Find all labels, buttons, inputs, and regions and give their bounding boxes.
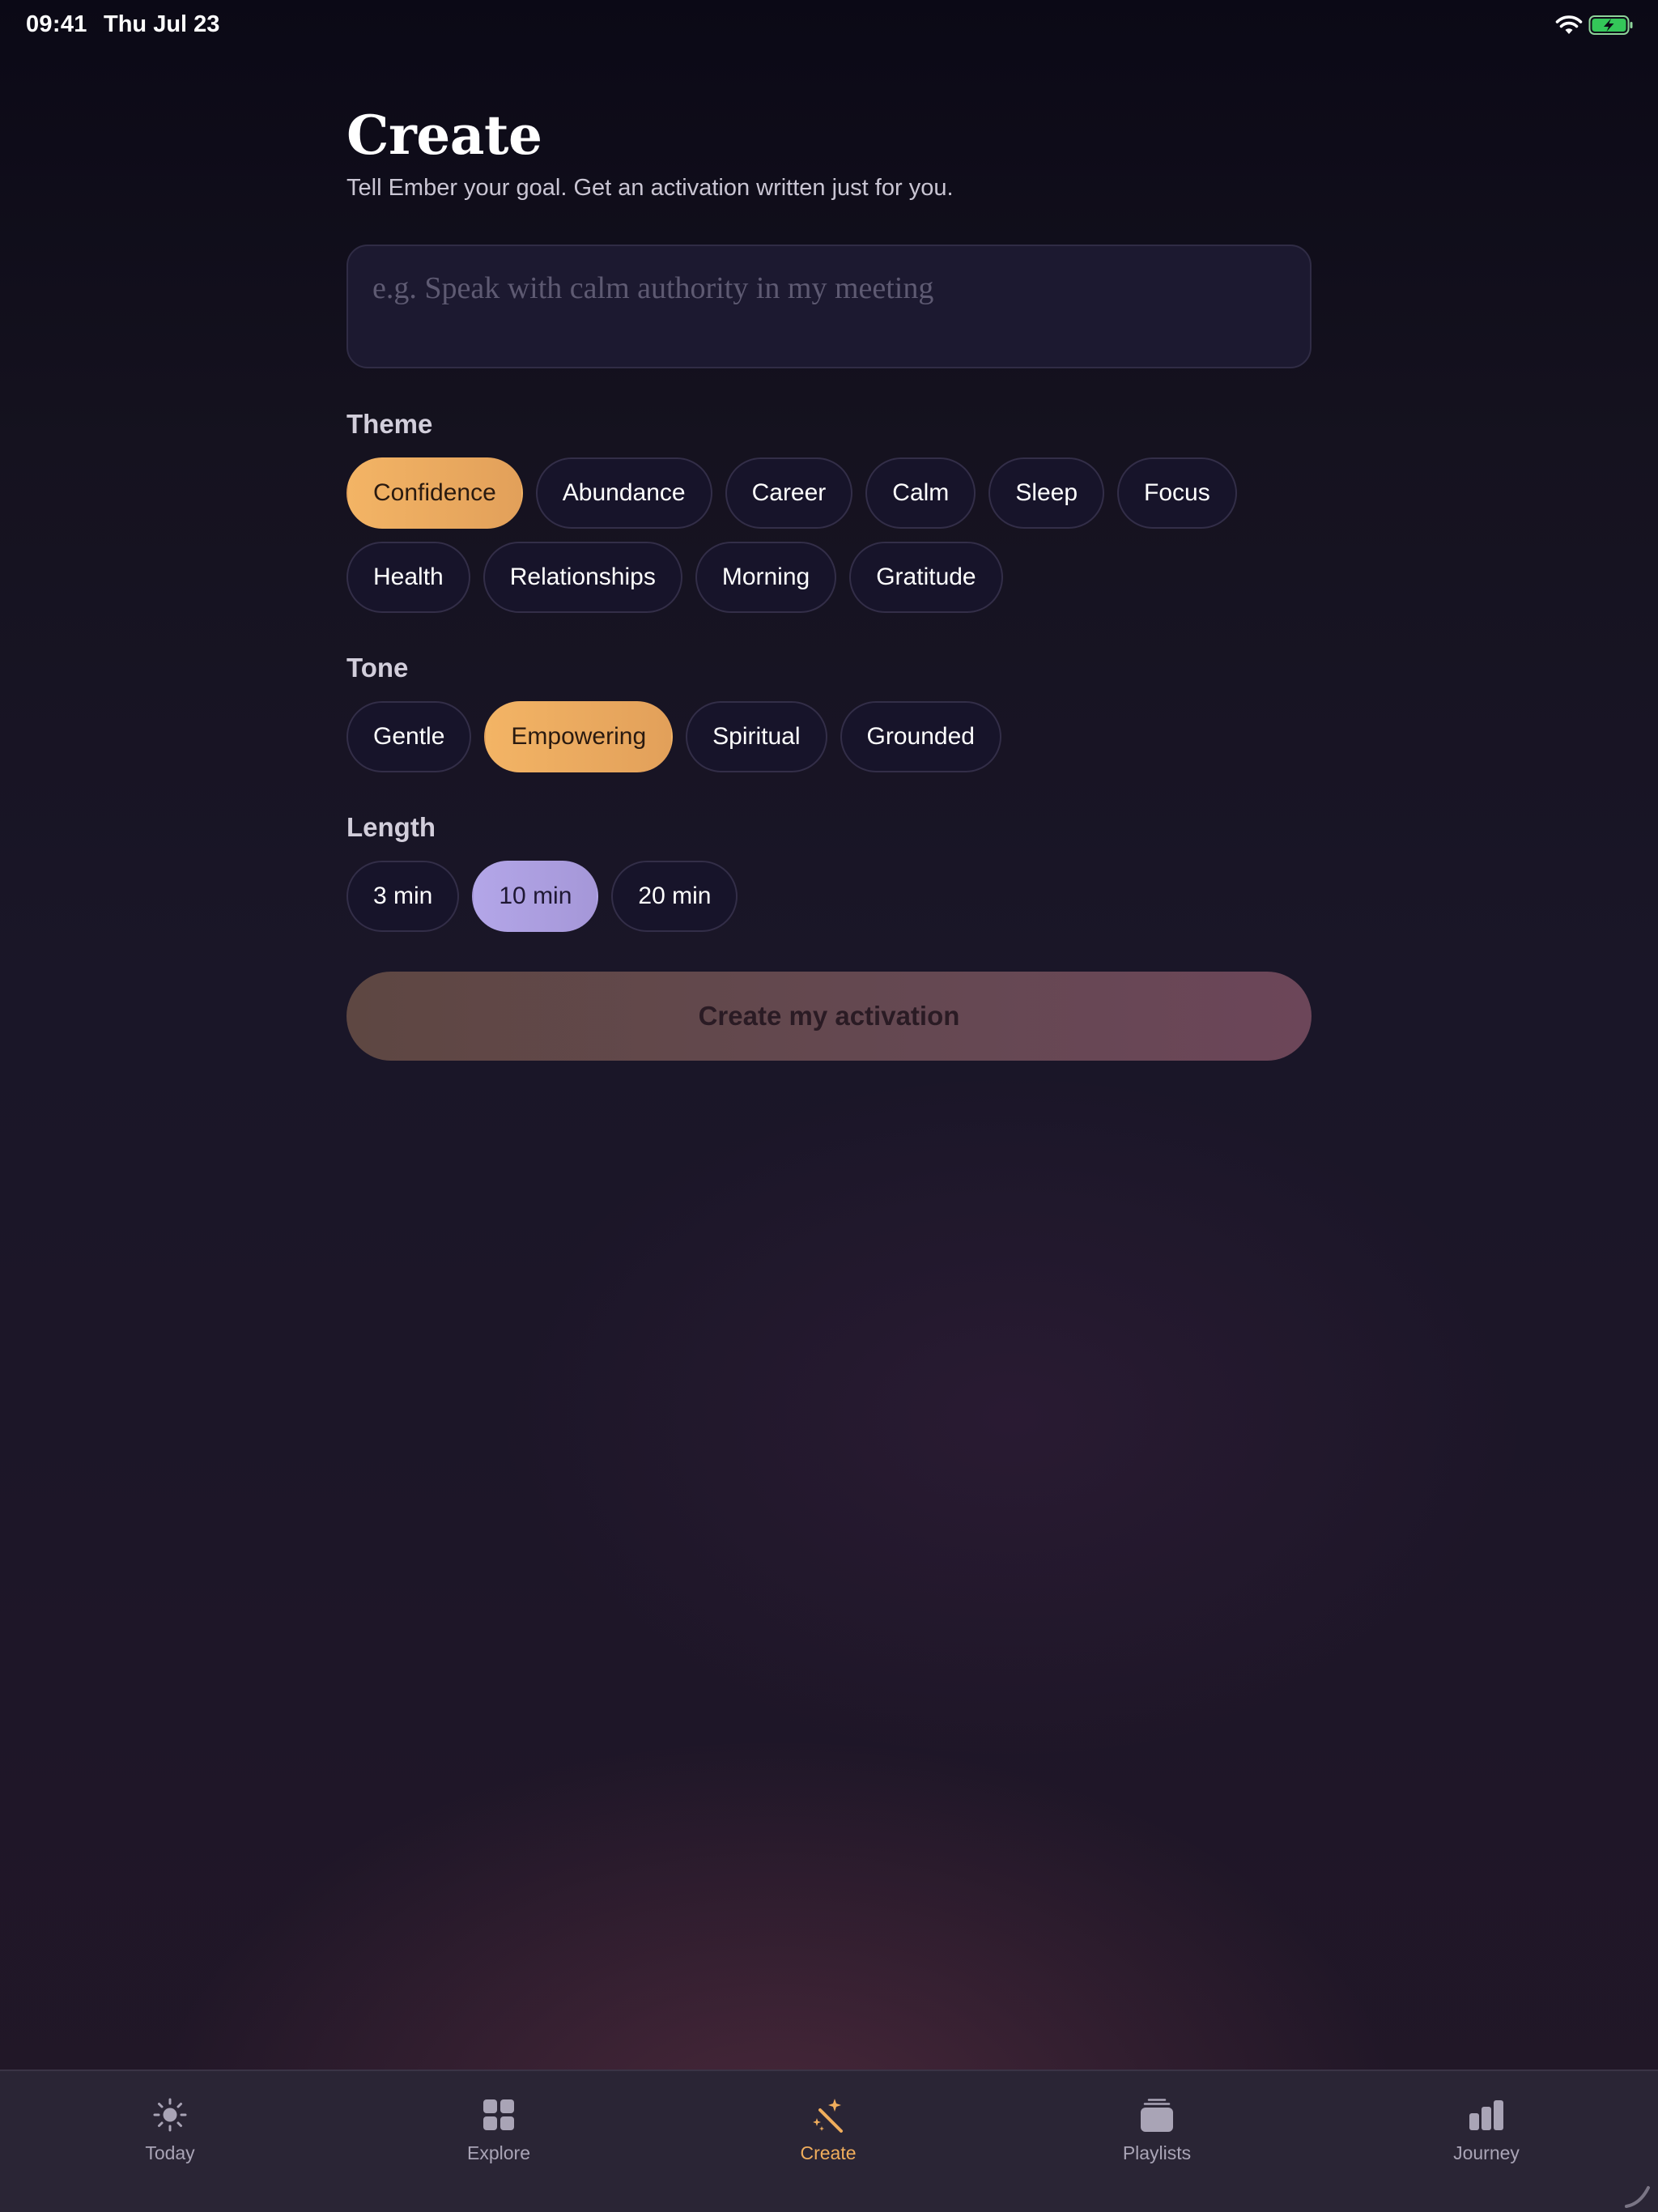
tab-journey[interactable]: Journey <box>1389 2071 1584 2193</box>
tone-chip-empowering[interactable]: Empowering <box>484 701 674 772</box>
length-chip-20-min[interactable]: 20 min <box>611 861 738 932</box>
status-date: Thu Jul 23 <box>104 11 220 37</box>
tone-chip-gentle[interactable]: Gentle <box>346 701 472 772</box>
tab-label-playlists: Playlists <box>1122 2142 1192 2163</box>
length-chip-3-min[interactable]: 3 min <box>346 861 460 932</box>
theme-chip-row-1: Confidence Abundance Career Calm Sleep F… <box>346 457 1237 529</box>
page-subtitle: Tell Ember your goal. Get an activation … <box>346 175 954 201</box>
length-label: Length <box>346 812 436 842</box>
theme-chip-focus[interactable]: Focus <box>1117 457 1237 529</box>
wifi-icon <box>1555 15 1583 34</box>
tab-label-explore: Explore <box>467 2142 530 2163</box>
tab-label-create: Create <box>800 2142 857 2163</box>
tab-label-journey: Journey <box>1453 2142 1520 2163</box>
theme-chip-gratitude[interactable]: Gratitude <box>849 542 1003 613</box>
theme-chip-confidence[interactable]: Confidence <box>346 457 523 529</box>
theme-chip-morning[interactable]: Morning <box>695 542 837 613</box>
theme-label: Theme <box>346 409 433 439</box>
tab-create[interactable]: Create <box>731 2071 925 2193</box>
tab-playlists[interactable]: Playlists <box>1060 2071 1254 2193</box>
stack-icon <box>1141 2099 1173 2132</box>
theme-chip-sleep[interactable]: Sleep <box>988 457 1105 529</box>
bar-chart-icon <box>1469 2100 1503 2130</box>
create-activation-button[interactable]: Create my activation <box>346 972 1312 1061</box>
tone-chip-grounded[interactable]: Grounded <box>840 701 1001 772</box>
tone-chip-row: Gentle Empowering Spiritual Grounded <box>346 701 1001 772</box>
theme-chip-career[interactable]: Career <box>725 457 853 529</box>
tab-explore[interactable]: Explore <box>402 2071 596 2193</box>
theme-chip-health[interactable]: Health <box>346 542 470 613</box>
length-chip-row: 3 min 10 min 20 min <box>346 861 738 932</box>
status-bar: 09:41 Thu Jul 23 <box>0 0 1658 52</box>
tab-label-today: Today <box>145 2142 195 2163</box>
grid-icon <box>483 2099 514 2130</box>
tone-chip-spiritual[interactable]: Spiritual <box>686 701 827 772</box>
theme-chip-row-2: Health Relationships Morning Gratitude <box>346 542 1003 613</box>
goal-input[interactable] <box>346 245 1312 368</box>
tab-bar: Today Explore Create Playlists Journey <box>0 2069 1658 2212</box>
theme-chip-abundance[interactable]: Abundance <box>535 457 712 529</box>
length-chip-10-min[interactable]: 10 min <box>472 861 599 932</box>
magic-wand-icon <box>813 2099 843 2133</box>
tone-label: Tone <box>346 653 409 683</box>
sun-icon <box>153 2098 187 2132</box>
status-time: 09:41 <box>26 11 87 37</box>
theme-chip-relationships[interactable]: Relationships <box>483 542 682 613</box>
page-title: Create <box>346 104 542 167</box>
home-indicator-icon <box>1625 2186 1650 2208</box>
battery-charging-icon <box>1588 15 1633 35</box>
tab-today[interactable]: Today <box>73 2071 267 2193</box>
theme-chip-calm[interactable]: Calm <box>865 457 976 529</box>
